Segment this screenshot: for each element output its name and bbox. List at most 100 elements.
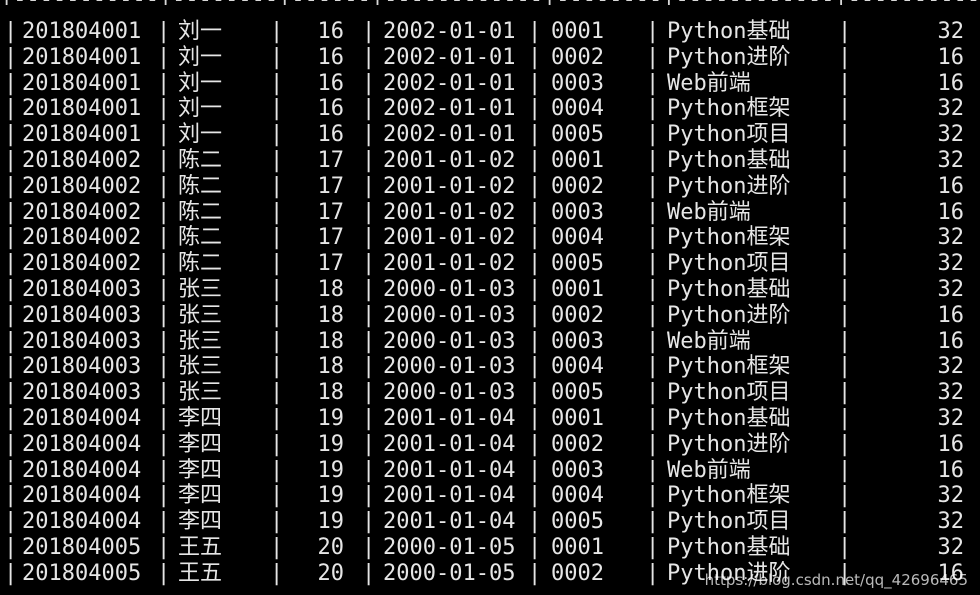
column-divider: |: [646, 122, 660, 148]
cell-age: 19: [317, 483, 345, 509]
column-divider: |: [646, 560, 660, 586]
column-divider: |: [646, 277, 660, 302]
column-divider: |: [157, 431, 171, 457]
cell-hours: 32: [937, 122, 965, 148]
column-divider: |: [362, 380, 376, 406]
cell-id: 201804001: [22, 122, 142, 148]
column-divider: |: [362, 70, 376, 96]
column-divider: |: [157, 483, 171, 509]
terminal-window[interactable]: +-----------+--------+------+-----------…: [0, 0, 980, 595]
cell-hours: 16: [937, 173, 965, 199]
column-divider: |: [270, 302, 284, 328]
column-divider: |: [528, 96, 542, 122]
column-divider: |: [4, 251, 18, 277]
cell-course: Python进阶: [667, 431, 791, 457]
column-divider: |: [838, 406, 852, 431]
column-divider: |: [838, 431, 852, 457]
cell-hours: 32: [937, 509, 965, 535]
table-row: | | | | | | | 201804003 张三 18 2000-01-03 0003 Web前端 1…: [0, 329, 980, 355]
column-divider: |: [646, 354, 660, 380]
column-divider: |: [528, 70, 542, 96]
column-divider: |: [157, 406, 171, 431]
cell-course: Python基础: [667, 148, 791, 173]
column-divider: |: [838, 96, 852, 122]
cell-birth: 2001-01-02: [383, 199, 516, 225]
cell-course-id: 0004: [551, 225, 604, 251]
cell-name: 刘一: [178, 96, 223, 122]
column-divider: |: [528, 199, 542, 225]
cell-course: Web前端: [667, 328, 751, 354]
column-divider: |: [270, 70, 284, 96]
cell-hours: 32: [937, 19, 965, 44]
cell-age: 20: [317, 535, 345, 560]
column-divider: |: [270, 483, 284, 509]
cell-hours: 16: [937, 199, 965, 225]
column-divider: |: [270, 431, 284, 457]
column-divider: |: [362, 483, 376, 509]
column-divider: |: [157, 199, 171, 225]
cell-age: 17: [317, 199, 345, 225]
column-divider: |: [4, 148, 18, 173]
column-divider: |: [4, 173, 18, 199]
cell-course: Web前端: [667, 199, 751, 225]
column-divider: |: [157, 302, 171, 328]
table-row: | | | | | | | 201804004 李四 19 2001-01-04 0002 Python…: [0, 432, 980, 458]
cell-name: 陈二: [178, 199, 223, 225]
column-divider: |: [528, 431, 542, 457]
column-divider: |: [646, 148, 660, 173]
column-divider: |: [157, 96, 171, 122]
cell-name: 刘一: [178, 19, 223, 44]
cell-course: Web前端: [667, 457, 751, 483]
table-row: | | | | | | | 201804001 刘一 16 2002-01-01 0004 Python…: [0, 96, 980, 122]
cell-course: Python框架: [667, 483, 791, 509]
cell-name: 陈二: [178, 251, 223, 277]
cell-course: Python项目: [667, 122, 791, 148]
cell-course-id: 0003: [551, 199, 604, 225]
column-divider: |: [270, 199, 284, 225]
column-divider: |: [157, 225, 171, 251]
column-divider: |: [838, 251, 852, 277]
cell-hours: 32: [937, 225, 965, 251]
cell-id: 201804004: [22, 483, 142, 509]
cell-name: 张三: [178, 302, 223, 328]
cell-course-id: 0005: [551, 122, 604, 148]
table-separator: +-----------+--------+------+-----------…: [0, 0, 980, 13]
table-row: | | | | | | | 201804004 李四 19 2001-01-04 0001 Python…: [0, 406, 980, 432]
cell-hours: 32: [937, 148, 965, 173]
column-divider: |: [362, 509, 376, 535]
column-divider: |: [838, 277, 852, 302]
column-divider: |: [528, 302, 542, 328]
column-divider: |: [528, 225, 542, 251]
column-divider: |: [362, 302, 376, 328]
cell-birth: 2000-01-03: [383, 277, 516, 302]
cell-id: 201804005: [22, 560, 142, 586]
column-divider: |: [646, 380, 660, 406]
cell-name: 陈二: [178, 173, 223, 199]
cell-id: 201804001: [22, 19, 142, 44]
cell-age: 18: [317, 354, 345, 380]
cell-id: 201804005: [22, 535, 142, 560]
cell-id: 201804003: [22, 328, 142, 354]
cell-course: Python框架: [667, 225, 791, 251]
cell-id: 201804003: [22, 354, 142, 380]
column-divider: |: [157, 148, 171, 173]
column-divider: |: [528, 509, 542, 535]
column-divider: |: [528, 380, 542, 406]
cell-birth: 2001-01-02: [383, 225, 516, 251]
cell-course-id: 0001: [551, 148, 604, 173]
cell-hours: 32: [937, 406, 965, 431]
cell-age: 17: [317, 173, 345, 199]
table-row: | | | | | | | 201804005 王五 20 2000-01-05 0001 Python…: [0, 535, 980, 561]
cell-id: 201804004: [22, 431, 142, 457]
column-divider: |: [362, 199, 376, 225]
cell-age: 17: [317, 251, 345, 277]
column-divider: |: [4, 483, 18, 509]
column-divider: |: [362, 44, 376, 70]
table-row: | | | | | | | 201804002 陈二 17 2001-01-02 0005 Python…: [0, 251, 980, 277]
cell-course: Python基础: [667, 535, 791, 560]
cell-course-id: 0002: [551, 560, 604, 586]
column-divider: |: [4, 199, 18, 225]
column-divider: |: [528, 148, 542, 173]
cell-age: 18: [317, 277, 345, 302]
column-divider: |: [646, 406, 660, 431]
